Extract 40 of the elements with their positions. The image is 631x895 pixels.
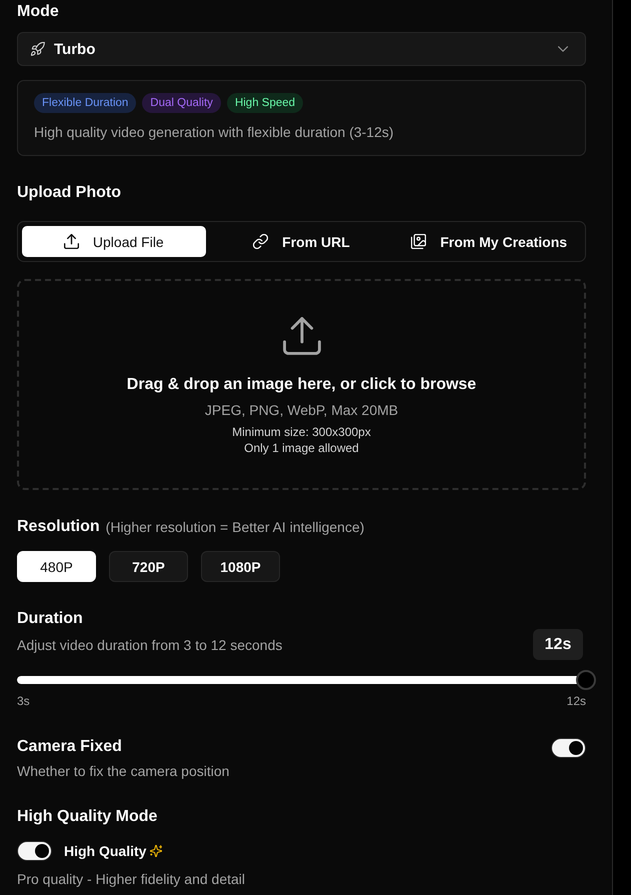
mode-description: High quality video generation with flexible duration (3-12s) [34,123,394,142]
duration-description: Adjust video duration from 3 to 12 seconds [17,636,282,655]
dropzone-limit: Only 1 image allowed [244,440,359,456]
upload-dropzone[interactable]: Drag & drop an image here, or click to browse JPEG, PNG, WebP, Max 20MB Minimum size: 300x300px Only 1 image allowed [17,279,586,490]
high-quality-description: Pro quality - Higher fidelity and detail [17,870,246,889]
rocket-icon [31,42,45,56]
resolution-hint: (Higher resolution = Better AI intelligence) [106,518,364,537]
images-icon [411,234,426,249]
chevron-down-icon [558,46,568,52]
feature-tag: Flexible Duration [34,93,136,113]
upload-source-tab[interactable]: Upload File [22,226,206,257]
duration-value: 12s [533,629,583,660]
resolution-option[interactable]: 480P [17,551,96,582]
slider-thumb[interactable] [576,670,596,690]
section-heading: Upload Photo [17,183,121,203]
high-quality-label: High Quality [64,842,146,861]
dropzone-title: Drag & drop an image here, or click to browse [126,375,476,395]
section-heading: Duration [17,609,83,629]
upload-icon [64,234,79,249]
upload-source-tab[interactable]: From My Creations [397,226,581,257]
resolution-option[interactable]: 720P [109,551,188,582]
camera-fixed-description: Whether to fix the camera position [17,762,230,781]
resolution-option[interactable]: 1080P [201,551,280,582]
slider-max-label: 12s [566,693,586,709]
upload-source-tab[interactable]: From URL [210,226,394,257]
high-quality-toggle[interactable] [17,841,52,861]
sparkles-icon [150,845,162,857]
dropzone-formats: JPEG, PNG, WebP, Max 20MB [204,401,398,420]
upload-icon [282,317,320,355]
section-heading: Mode [17,2,59,22]
section-heading: Resolution [17,517,100,537]
slider-min-label: 3s [17,693,30,709]
mode-dropdown[interactable]: Turbo [17,32,586,66]
section-heading: Camera Fixed [17,737,122,757]
section-heading: High Quality Mode [17,807,158,827]
dropzone-min-size: Minimum size: 300x300px [232,424,371,440]
feature-tag: High Speed [226,93,304,113]
feature-tag: Dual Quality [142,93,221,113]
camera-fixed-toggle[interactable] [551,738,586,758]
link-icon [253,234,268,249]
